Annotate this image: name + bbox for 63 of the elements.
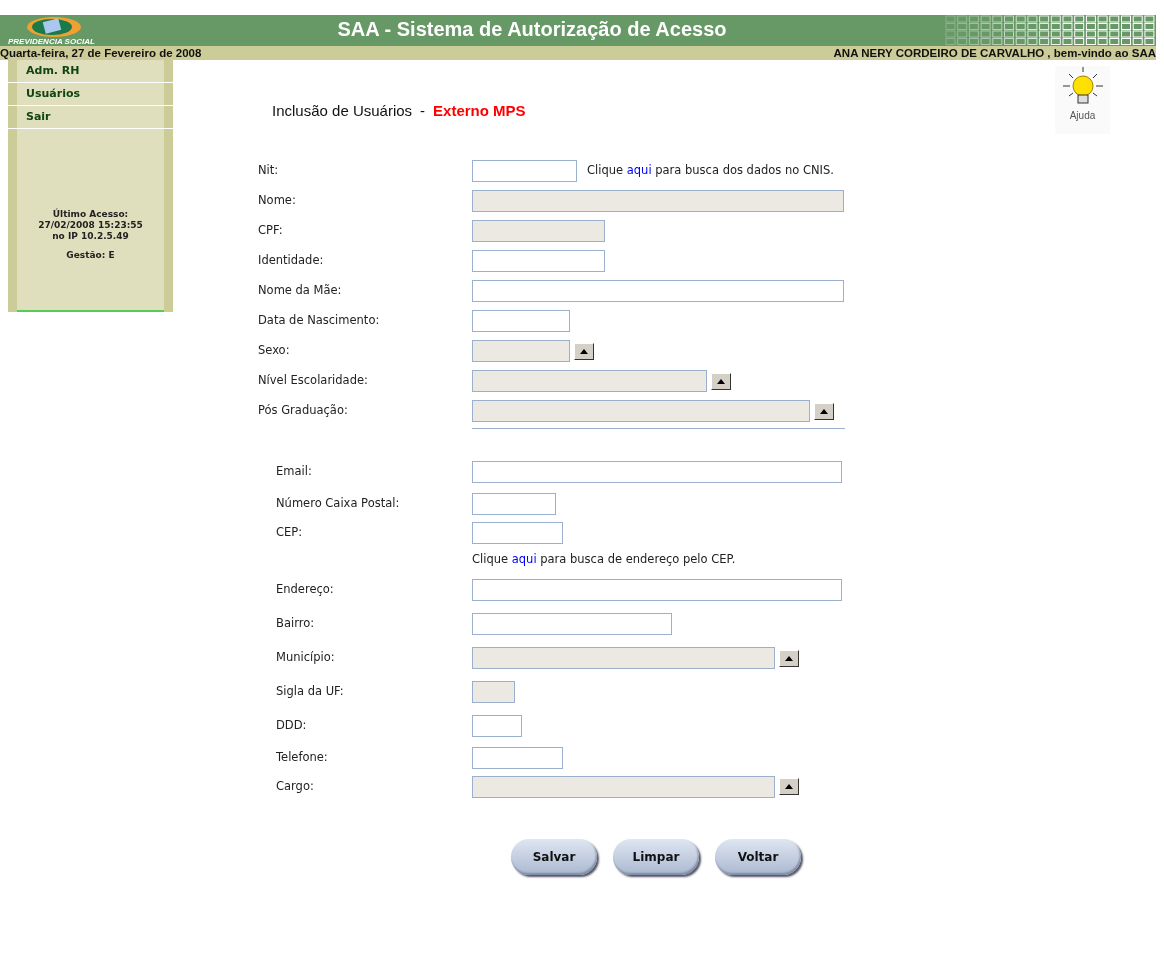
field-label: DDD: (276, 717, 308, 735)
field-label: Telefone: (276, 748, 329, 766)
field-label: Município: (276, 649, 336, 667)
last-access-text: Último Acesso: (52, 209, 129, 220)
field-label: Endereço: (276, 581, 335, 599)
sidebar-item[interactable]: Usuários (8, 83, 173, 106)
input-field[interactable] (472, 160, 577, 182)
hint-text: Clique aqui para busca de endereço pelo CEP. (472, 551, 736, 569)
field-label: Nome: (258, 192, 297, 210)
field-label: Sigla da UF: (276, 683, 345, 701)
field-label: Nível Escolaridade: (258, 372, 369, 390)
sidebar-item[interactable]: Adm. RH (8, 60, 173, 83)
page-header-title: SAA - Sistema de Autorização de Acesso (337, 18, 727, 41)
dropdown-button[interactable] (779, 649, 799, 667)
input-field[interactable] (472, 280, 844, 302)
help-link[interactable]: Ajuda (1055, 66, 1110, 134)
field-label: Bairro: (276, 615, 316, 633)
field-label: CEP: (276, 524, 304, 542)
welcome-text: ANA NERY CORDEIRO DE CARVALHO , bem-vindo ao SAA (833, 46, 1156, 60)
input-field[interactable] (472, 493, 556, 515)
title-separator: - (420, 101, 426, 121)
input-field[interactable] (472, 461, 842, 483)
dropdown-button[interactable] (814, 402, 834, 420)
last-access-text: 27/02/2008 15:23:55 (38, 220, 143, 231)
page-title: Inclusão de Usuários (272, 101, 413, 121)
up-arrow-icon (580, 348, 588, 354)
input-field[interactable] (472, 715, 522, 737)
dropdown-button[interactable] (711, 372, 731, 390)
input-field[interactable] (472, 746, 563, 769)
dropdown-button[interactable] (779, 778, 799, 795)
page-subtitle: Externo MPS (433, 101, 526, 121)
field-label: Sexo: (258, 342, 291, 360)
field-label: Nome da Mãe: (258, 282, 343, 300)
up-arrow-icon (785, 655, 793, 661)
field-label: Pós Graduação: (258, 402, 349, 420)
action-button[interactable]: Salvar (511, 839, 597, 875)
logo-caption: PREVIDENCIA SOCIAL (8, 37, 95, 46)
field-label: Email: (276, 463, 313, 481)
management-text: Gestão: E (66, 250, 115, 261)
last-access-text: no IP 10.2.5.49 (52, 231, 129, 242)
action-button[interactable]: Limpar (613, 839, 699, 875)
hint-text: Clique aqui para busca dos dados no CNIS. (587, 162, 834, 180)
field-label: Identidade: (258, 252, 325, 270)
input-field[interactable] (472, 310, 570, 332)
sidebar-item[interactable]: Sair (8, 106, 173, 129)
field-label: CPF: (258, 222, 284, 240)
logo-icon (24, 15, 84, 38)
input-field[interactable] (472, 522, 563, 544)
field-label: Data de Nascimento: (258, 312, 381, 330)
link[interactable]: aqui (511, 552, 537, 567)
up-arrow-icon (717, 378, 725, 384)
input-field[interactable] (472, 250, 605, 272)
dropdown-button[interactable] (574, 342, 594, 360)
up-arrow-icon (785, 784, 793, 789)
input-field[interactable] (472, 613, 672, 635)
date-text: Quarta-feira, 27 de Fevereiro de 2008 (0, 46, 202, 60)
up-arrow-icon (820, 408, 828, 414)
field-label: Nit: (258, 162, 280, 180)
field-label: Cargo: (276, 777, 315, 795)
action-button[interactable]: Voltar (715, 839, 801, 875)
field-label: Número Caixa Postal: (276, 495, 401, 513)
input-field[interactable] (472, 579, 842, 601)
link[interactable]: aqui (626, 163, 652, 178)
